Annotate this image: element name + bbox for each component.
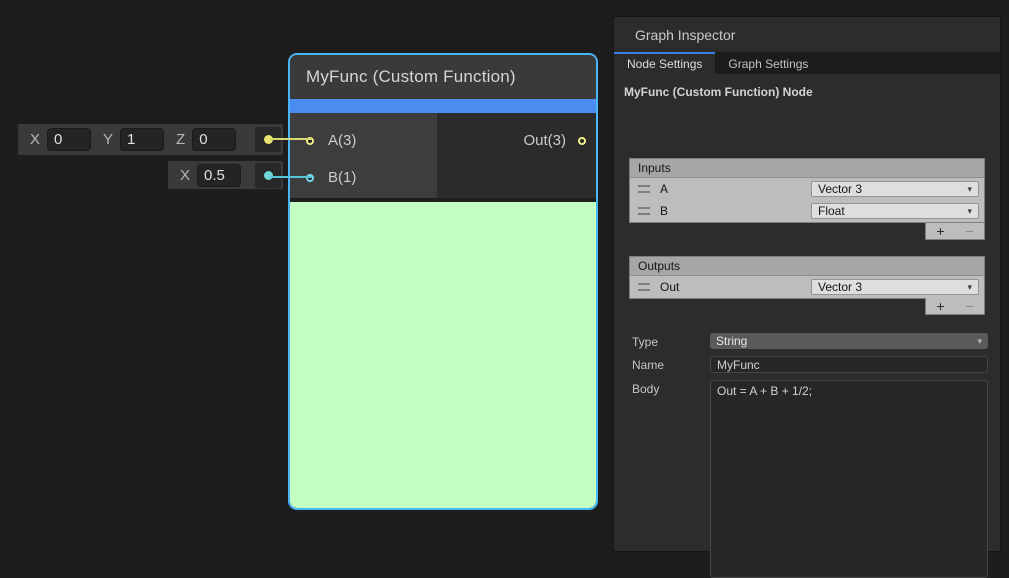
port-row-out: Out(3)	[437, 122, 596, 159]
inputs-add-button[interactable]: +	[936, 224, 944, 238]
dropdown-arrow-icon: ▾	[967, 185, 972, 194]
output-out-type-value: Vector 3	[818, 280, 862, 294]
dropdown-arrow-icon: ▾	[967, 283, 972, 292]
node-ports-area: A(3) B(1) Out(3)	[290, 113, 596, 198]
vector3-x-input[interactable]	[47, 128, 91, 151]
drag-handle-icon[interactable]	[638, 283, 650, 291]
tab-graph-settings[interactable]: Graph Settings	[715, 52, 821, 74]
vector3-z-input[interactable]	[192, 128, 236, 151]
field-label-x: X	[30, 131, 40, 148]
node-input-ports: A(3) B(1)	[290, 113, 437, 198]
float-port-dot-icon	[264, 171, 273, 180]
node-title: MyFunc (Custom Function)	[290, 55, 596, 99]
dropdown-arrow-icon: ▾	[977, 337, 982, 346]
function-body-textarea[interactable]: Out = A + B + 1/2;	[710, 380, 988, 578]
field-label-y: Y	[103, 131, 113, 148]
inspector-node-heading: MyFunc (Custom Function) Node	[614, 74, 1000, 99]
outputs-add-button[interactable]: +	[936, 299, 944, 313]
node-accent-bar	[290, 99, 596, 113]
body-label: Body	[632, 382, 659, 396]
inputs-remove-button[interactable]: −	[965, 224, 973, 238]
edge-float-to-b[interactable]	[270, 176, 312, 178]
list-row-output-out[interactable]: Out Vector 3 ▾	[630, 276, 984, 298]
field-label-z: Z	[176, 131, 185, 148]
type-dropdown[interactable]: String ▾	[710, 333, 988, 349]
name-label: Name	[632, 358, 664, 372]
float-port-cell[interactable]	[255, 163, 281, 188]
port-out-connector-icon[interactable]	[578, 137, 586, 145]
function-name-input[interactable]	[710, 356, 988, 373]
type-value: String	[716, 334, 747, 348]
node-output-ports: Out(3)	[437, 113, 596, 198]
port-a-label: A(3)	[328, 132, 356, 149]
input-a-name: A	[660, 182, 668, 196]
output-out-name: Out	[660, 280, 679, 294]
port-row-a: A(3)	[290, 122, 437, 159]
port-out-label: Out(3)	[523, 132, 566, 149]
port-b-label: B(1)	[328, 169, 356, 186]
custom-function-node[interactable]: MyFunc (Custom Function) A(3) B(1) Out(3…	[288, 53, 598, 510]
inputs-list: Inputs A Vector 3 ▾ B Float ▾	[629, 158, 985, 223]
inputs-list-footer: + −	[925, 223, 985, 240]
input-b-type-value: Float	[818, 204, 845, 218]
edge-vector3-to-a[interactable]	[270, 138, 312, 140]
float-x-input[interactable]	[197, 164, 241, 187]
float-input-widget: X	[168, 161, 283, 189]
graph-inspector-panel: Graph Inspector Node Settings Graph Sett…	[613, 16, 1001, 552]
dropdown-arrow-icon: ▾	[967, 207, 972, 216]
inspector-tabstrip: Node Settings Graph Settings	[614, 52, 1000, 74]
list-row-input-b[interactable]: B Float ▾	[630, 200, 984, 222]
field-label-x: X	[180, 167, 190, 184]
tab-node-settings[interactable]: Node Settings	[614, 52, 715, 74]
input-b-name: B	[660, 204, 668, 218]
outputs-remove-button[interactable]: −	[965, 299, 973, 313]
vector3-input-widget: X Y Z	[18, 124, 283, 155]
drag-handle-icon[interactable]	[638, 185, 650, 193]
inspector-title[interactable]: Graph Inspector	[614, 17, 1000, 52]
inputs-list-header: Inputs	[630, 159, 984, 178]
type-label: Type	[632, 335, 658, 349]
node-preview[interactable]	[290, 202, 596, 508]
input-a-type-dropdown[interactable]: Vector 3 ▾	[811, 181, 979, 197]
port-row-b: B(1)	[290, 159, 437, 196]
vector3-y-input[interactable]	[120, 128, 164, 151]
list-row-input-a[interactable]: A Vector 3 ▾	[630, 178, 984, 200]
outputs-list: Outputs Out Vector 3 ▾	[629, 256, 985, 299]
input-a-type-value: Vector 3	[818, 182, 862, 196]
drag-handle-icon[interactable]	[638, 207, 650, 215]
output-out-type-dropdown[interactable]: Vector 3 ▾	[811, 279, 979, 295]
input-b-type-dropdown[interactable]: Float ▾	[811, 203, 979, 219]
outputs-list-header: Outputs	[630, 257, 984, 276]
outputs-list-footer: + −	[925, 298, 985, 315]
